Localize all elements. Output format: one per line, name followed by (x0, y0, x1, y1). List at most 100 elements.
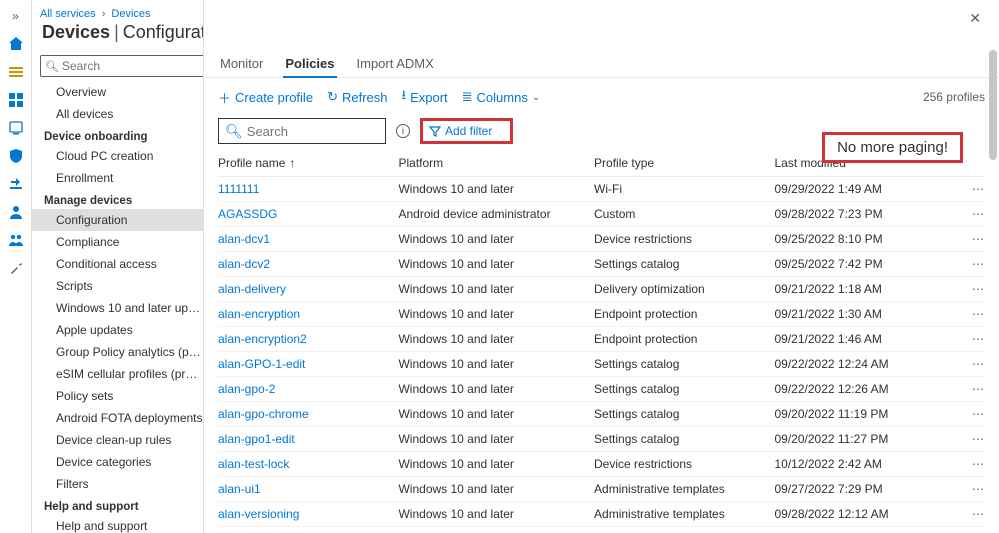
profile-link[interactable]: AGASSDG (218, 207, 398, 221)
profile-link[interactable]: alan-GPO-1-edit (218, 357, 398, 371)
table-row[interactable]: AGASSDGAndroid device administratorCusto… (218, 202, 985, 227)
profile-link[interactable]: alan-ui1 (218, 482, 398, 496)
row-more-icon[interactable]: ⋯ (955, 307, 985, 321)
sidebar-item[interactable]: Overview (32, 81, 203, 103)
all-services-icon[interactable] (6, 90, 26, 110)
export-button[interactable]: ⭳ Export (402, 86, 448, 108)
profile-link[interactable]: alan-gpo-2 (218, 382, 398, 396)
close-icon[interactable]: ✕ (965, 6, 985, 31)
sidebar-item[interactable]: Help and support (32, 515, 203, 533)
row-more-icon[interactable]: ⋯ (955, 282, 985, 296)
profile-link[interactable]: alan-test-lock (218, 457, 398, 471)
profile-link[interactable]: alan-encryption2 (218, 332, 398, 346)
table-row[interactable]: alan-gpo1-editWindows 10 and laterSettin… (218, 427, 985, 452)
sidebar-item[interactable]: Device clean-up rules (32, 429, 203, 451)
table-row[interactable]: alan-dcv2Windows 10 and laterSettings ca… (218, 252, 985, 277)
add-filter-button[interactable]: Add filter (429, 124, 492, 138)
table-row[interactable]: 1111111Windows 10 and laterWi-Fi09/29/20… (218, 177, 985, 202)
sidebar-item[interactable]: Scripts (32, 275, 203, 297)
row-more-icon[interactable]: ⋯ (955, 482, 985, 496)
sidebar-item[interactable]: All devices (32, 103, 203, 125)
profile-link[interactable]: alan-versioning (218, 507, 398, 521)
sidebar-item[interactable]: eSIM cellular profiles (preview) (32, 363, 203, 385)
table-row[interactable]: alan-encryption2Windows 10 and laterEndp… (218, 327, 985, 352)
user-icon[interactable] (6, 202, 26, 222)
cell-modified: 09/27/2022 7:29 PM (775, 482, 955, 496)
sidebar-item[interactable]: Cloud PC creation (32, 145, 203, 167)
profiles-table: Profile name ↑ Platform Profile type Las… (204, 150, 999, 533)
sidebar-item[interactable]: Apple updates (32, 319, 203, 341)
home-icon[interactable] (6, 34, 26, 54)
security-icon[interactable] (6, 146, 26, 166)
scrollbar-thumb[interactable] (989, 50, 997, 160)
col-profile-type[interactable]: Profile type (594, 156, 774, 170)
side-search-input[interactable] (62, 59, 204, 73)
side-group-header: Help and support (32, 495, 203, 515)
table-row[interactable]: alan-gpo-2Windows 10 and laterSettings c… (218, 377, 985, 402)
row-more-icon[interactable]: ⋯ (955, 207, 985, 221)
add-filter-highlight: Add filter (420, 118, 513, 144)
table-row[interactable]: alan-dcv1Windows 10 and laterDevice rest… (218, 227, 985, 252)
row-more-icon[interactable]: ⋯ (955, 232, 985, 246)
profile-link[interactable]: alan-encryption (218, 307, 398, 321)
cell-type: Settings catalog (594, 357, 774, 371)
profile-link[interactable]: alan-gpo1-edit (218, 432, 398, 446)
devices-icon[interactable] (6, 118, 26, 138)
row-more-icon[interactable]: ⋯ (955, 432, 985, 446)
row-more-icon[interactable]: ⋯ (955, 407, 985, 421)
breadcrumb[interactable]: All services › Devices (40, 8, 151, 20)
col-profile-name[interactable]: Profile name ↑ (218, 156, 398, 170)
profiles-search-input[interactable] (247, 124, 379, 139)
row-more-icon[interactable]: ⋯ (955, 457, 985, 471)
sidebar-item[interactable]: Filters (32, 473, 203, 495)
row-more-icon[interactable]: ⋯ (955, 182, 985, 196)
crumb-root[interactable]: All services (40, 8, 96, 20)
tab[interactable]: Monitor (218, 52, 265, 77)
sidebar-item[interactable]: Device categories (32, 451, 203, 473)
apps-icon[interactable] (6, 174, 26, 194)
row-more-icon[interactable]: ⋯ (955, 257, 985, 271)
tools-icon[interactable] (6, 258, 26, 278)
scrollbar[interactable] (989, 50, 997, 523)
table-row[interactable]: alan-ui1Windows 10 and laterAdministrati… (218, 477, 985, 502)
row-more-icon[interactable]: ⋯ (955, 332, 985, 346)
profile-link[interactable]: alan-dcv2 (218, 257, 398, 271)
sidebar-item[interactable]: Policy sets (32, 385, 203, 407)
create-profile-button[interactable]: ＋ Create profile (218, 88, 313, 107)
tab[interactable]: Policies (283, 52, 336, 77)
sidebar-item[interactable]: Configuration (32, 209, 203, 231)
sidebar-item[interactable]: Group Policy analytics (preview) (32, 341, 203, 363)
row-more-icon[interactable]: ⋯ (955, 382, 985, 396)
sidebar-item[interactable]: Android FOTA deployments (32, 407, 203, 429)
profile-link[interactable]: alan-dcv1 (218, 232, 398, 246)
table-row[interactable]: alan-deliveryWindows 10 and laterDeliver… (218, 277, 985, 302)
profile-link[interactable]: 1111111 (218, 182, 398, 196)
sidebar-item[interactable]: Windows 10 and later updates (32, 297, 203, 319)
table-row[interactable]: alan-versioningWindows 10 and laterAdmin… (218, 502, 985, 527)
groups-icon[interactable] (6, 230, 26, 250)
sidebar-item[interactable]: Enrollment (32, 167, 203, 189)
rail-expand-icon[interactable]: » (6, 6, 26, 26)
refresh-button[interactable]: ↻ Refresh (327, 89, 387, 105)
sidebar-item[interactable]: Compliance (32, 231, 203, 253)
columns-button[interactable]: ≣ Columns ⌄ (462, 89, 541, 105)
crumb-current[interactable]: Devices (111, 8, 150, 20)
info-icon[interactable]: i (396, 124, 410, 138)
profile-link[interactable]: alan-gpo-chrome (218, 407, 398, 421)
dashboard-icon[interactable] (6, 62, 26, 82)
profiles-search[interactable]: 🔍︎ (218, 118, 386, 144)
sidebar-item[interactable]: Conditional access (32, 253, 203, 275)
side-search[interactable]: 🔍︎ (40, 55, 204, 77)
col-platform[interactable]: Platform (398, 156, 594, 170)
table-row[interactable]: alan-gpo-chromeWindows 10 and laterSetti… (218, 402, 985, 427)
table-row[interactable]: alan-GPO-1-editWindows 10 and laterSetti… (218, 352, 985, 377)
row-more-icon[interactable]: ⋯ (955, 507, 985, 521)
profile-link[interactable]: alan-delivery (218, 282, 398, 296)
filter-icon (429, 125, 441, 137)
table-row[interactable]: alan-encryptionWindows 10 and laterEndpo… (218, 302, 985, 327)
tab[interactable]: Import ADMX (355, 52, 436, 77)
download-icon: ⭳ (402, 86, 407, 108)
row-more-icon[interactable]: ⋯ (955, 357, 985, 371)
table-row[interactable]: alan-test-lockWindows 10 and laterDevice… (218, 452, 985, 477)
cell-type: Endpoint protection (594, 332, 774, 346)
